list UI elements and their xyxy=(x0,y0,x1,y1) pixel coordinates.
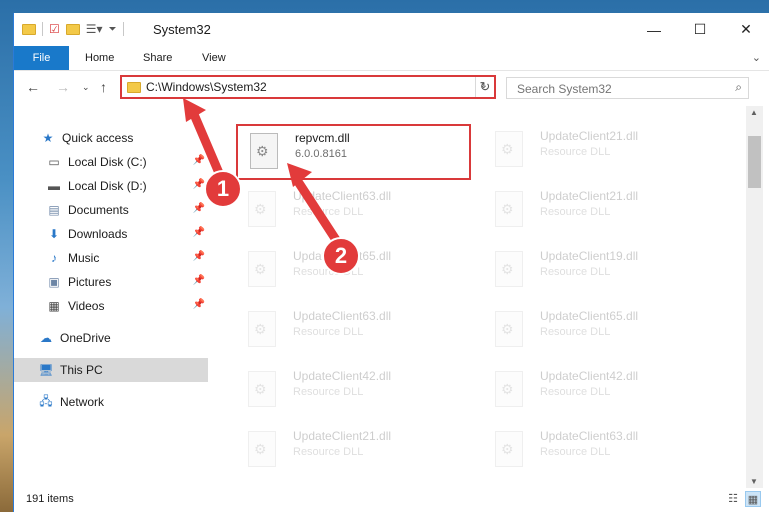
step-badge-2: 2 xyxy=(322,237,360,275)
annotation-arrows xyxy=(183,98,345,251)
step-badge-1: 1 xyxy=(204,170,242,208)
arrow-2-shaft xyxy=(292,175,345,251)
